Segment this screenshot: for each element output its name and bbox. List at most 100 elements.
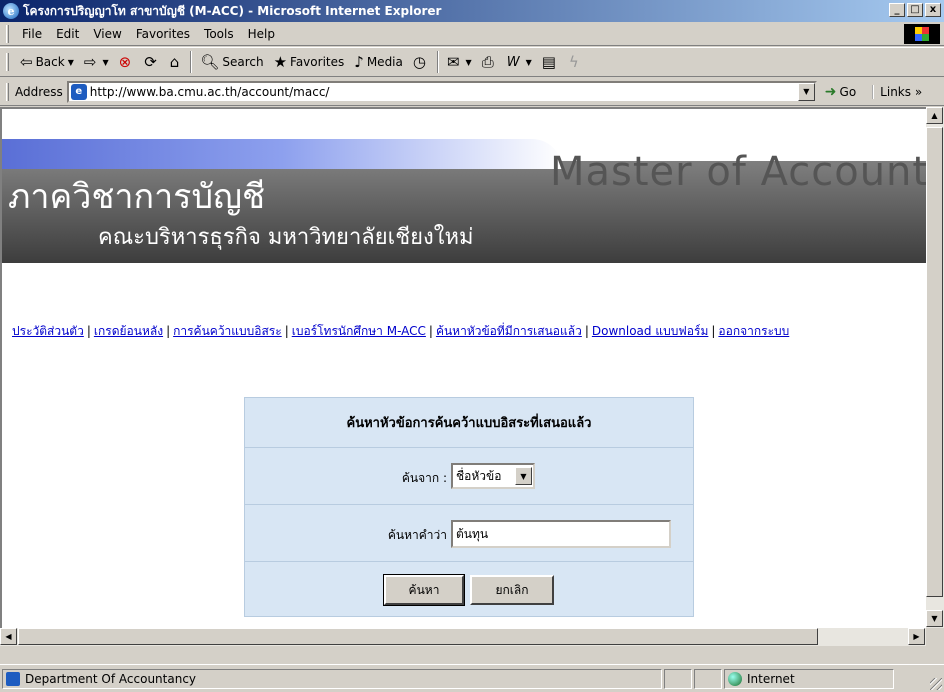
- go-arrow-icon: ➜: [824, 83, 837, 100]
- chevron-down-icon[interactable]: ▼: [515, 467, 532, 485]
- media-button[interactable]: ♪ Media: [349, 50, 408, 74]
- address-url[interactable]: http://www.ba.cmu.ac.th/account/macc/: [90, 85, 798, 99]
- menu-file[interactable]: File: [15, 27, 49, 41]
- scroll-left-button[interactable]: ◀: [0, 628, 17, 645]
- home-icon: ⌂: [169, 53, 180, 71]
- menu-bar: File Edit View Favorites Tools Help: [0, 22, 944, 46]
- maximize-button[interactable]: □: [907, 3, 923, 17]
- addressbar-grip[interactable]: [6, 82, 9, 101]
- scrollbar-corner: [926, 628, 944, 646]
- nav-links: ประวัติส่วนตัว | เกรดย้อนหลัง | การค้นคว้าแบ…: [12, 322, 924, 341]
- menu-help[interactable]: Help: [241, 27, 282, 41]
- banner-title-en: Master of Accounti: [550, 149, 926, 195]
- scroll-right-button[interactable]: ▶: [908, 628, 925, 645]
- scroll-thumb[interactable]: [926, 127, 943, 597]
- horizontal-scrollbar[interactable]: ◀ ▶: [0, 628, 926, 646]
- search-keyword-value: ต้นทุน: [456, 526, 489, 541]
- history-button[interactable]: ◷: [408, 50, 434, 74]
- chevron-down-icon[interactable]: ▼: [526, 58, 532, 67]
- search-buttons-row: ค้นหา ยกเลิก: [245, 563, 693, 617]
- nav-separator: |: [711, 324, 716, 338]
- messenger-button[interactable]: ϟ: [564, 50, 587, 74]
- discuss-button[interactable]: ▤: [537, 50, 564, 74]
- search-keyword-label: ค้นหาคำว่า: [387, 528, 447, 542]
- search-button[interactable]: 🔍︎ Search: [195, 50, 268, 74]
- search-icon: 🔍︎: [200, 53, 220, 71]
- back-button[interactable]: ⇦ Back ▼: [15, 50, 79, 74]
- status-text: Department Of Accountancy: [25, 671, 197, 686]
- search-keyword-row: ค้นหาคำว่า ต้นทุน: [245, 506, 693, 562]
- address-input[interactable]: e http://www.ba.cmu.ac.th/account/macc/ …: [66, 80, 817, 103]
- security-zone-text: Internet: [747, 671, 795, 686]
- banner-department: ภาควิชาการบัญชี: [8, 177, 266, 217]
- history-icon: ◷: [412, 53, 426, 71]
- ie-logo-icon: e: [3, 3, 19, 19]
- status-pane-blank: [694, 668, 722, 689]
- search-label: Search: [222, 55, 264, 69]
- nav-link-logout[interactable]: ออกจากระบบ: [718, 324, 789, 338]
- menu-favorites[interactable]: Favorites: [129, 27, 197, 41]
- search-field-select[interactable]: ชื่อหัวข้อ ▼: [451, 463, 535, 489]
- stop-icon: ⊗: [118, 53, 132, 71]
- stop-button[interactable]: ⊗: [114, 50, 140, 74]
- vertical-scrollbar[interactable]: ▲ ▼: [926, 107, 944, 628]
- messenger-icon: ϟ: [568, 53, 579, 71]
- chevron-down-icon[interactable]: ▼: [68, 58, 74, 67]
- back-label: Back: [35, 55, 65, 69]
- status-pane-blank: [664, 668, 692, 689]
- close-button[interactable]: x: [925, 3, 941, 17]
- page-icon: e: [70, 83, 87, 100]
- search-keyword-input[interactable]: ต้นทุน: [451, 520, 671, 548]
- search-submit-button[interactable]: ค้นหา: [383, 574, 465, 606]
- search-form: ค้นหาหัวข้อการค้นคว้าแบบอิสระที่เสนอแล้ว…: [244, 397, 694, 617]
- page-icon: [6, 671, 20, 686]
- go-label: Go: [839, 84, 857, 99]
- nav-separator: |: [284, 324, 289, 338]
- scroll-thumb-horizontal[interactable]: [18, 628, 818, 645]
- search-form-heading: ค้นหาหัวข้อการค้นคว้าแบบอิสระที่เสนอแล้ว: [245, 398, 693, 448]
- page-viewport[interactable]: Master of Accounti ภาควิชาการบัญชี คณะบร…: [0, 107, 926, 628]
- chevron-down-icon[interactable]: ▼: [466, 58, 472, 67]
- go-button[interactable]: ➜ Go: [825, 84, 856, 100]
- home-button[interactable]: ⌂: [165, 50, 188, 74]
- word-icon: W: [506, 54, 520, 70]
- toolbar-grip[interactable]: [6, 53, 9, 71]
- scroll-up-button[interactable]: ▲: [926, 107, 943, 124]
- links-toolbar[interactable]: Links »: [872, 84, 922, 99]
- standard-toolbar: ⇦ Back ▼ ⇨ ▼ ⊗ ⟳ ⌂ 🔍︎ Search ★ Favorites…: [0, 47, 944, 77]
- favorites-button[interactable]: ★ Favorites: [269, 50, 350, 74]
- status-text-pane: Department Of Accountancy: [2, 668, 662, 689]
- nav-link-search-topics[interactable]: ค้นหาหัวข้อที่มีการเสนอแล้ว: [436, 324, 582, 338]
- menu-view[interactable]: View: [86, 27, 128, 41]
- nav-link-download-forms[interactable]: Download แบบฟอร์ม: [592, 324, 709, 338]
- address-dropdown-button[interactable]: ▼: [797, 82, 815, 101]
- nav-link-independent-study[interactable]: การค้นคว้าแบบอิสระ: [173, 324, 282, 338]
- search-from-label: ค้นจาก :: [401, 471, 447, 485]
- search-field-value: ชื่อหัวข้อ: [456, 468, 502, 483]
- minimize-button[interactable]: _: [889, 3, 905, 17]
- nav-link-phone-numbers[interactable]: เบอร์โทรนักศึกษา M-ACC: [292, 324, 426, 338]
- chevron-down-icon[interactable]: ▼: [102, 58, 108, 67]
- word-button[interactable]: W ▼: [502, 50, 537, 74]
- window-title: โครงการปริญญาโท สาขาบัญชี (M-ACC) - Micr…: [23, 3, 442, 18]
- back-arrow-icon: ⇦: [20, 53, 33, 71]
- resize-grip[interactable]: [930, 678, 942, 690]
- print-button[interactable]: ⎙: [477, 50, 502, 74]
- nav-link-grades[interactable]: เกรดย้อนหลัง: [94, 324, 163, 338]
- nav-link-profile[interactable]: ประวัติส่วนตัว: [12, 324, 84, 338]
- menu-edit[interactable]: Edit: [49, 27, 86, 41]
- scroll-down-button[interactable]: ▼: [926, 610, 943, 627]
- search-from-row: ค้นจาก : ชื่อหัวข้อ ▼: [245, 449, 693, 505]
- cancel-button[interactable]: ยกเลิก: [470, 575, 554, 605]
- menubar-grip[interactable]: [6, 24, 9, 43]
- security-zone-pane: Internet: [724, 668, 894, 689]
- forward-button[interactable]: ⇨ ▼: [79, 50, 114, 74]
- menu-tools[interactable]: Tools: [197, 27, 241, 41]
- nav-separator: |: [584, 324, 589, 338]
- forward-arrow-icon: ⇨: [83, 53, 97, 71]
- windows-logo-icon: [904, 24, 940, 44]
- banner-faculty: คณะบริหารธุรกิจ มหาวิทยาลัยเชียงใหม่: [98, 225, 474, 250]
- mail-button[interactable]: ✉ ▼: [442, 50, 477, 74]
- title-bar: e โครงการปริญญาโท สาขาบัญชี (M-ACC) - Mi…: [0, 0, 944, 22]
- refresh-button[interactable]: ⟳: [139, 50, 165, 74]
